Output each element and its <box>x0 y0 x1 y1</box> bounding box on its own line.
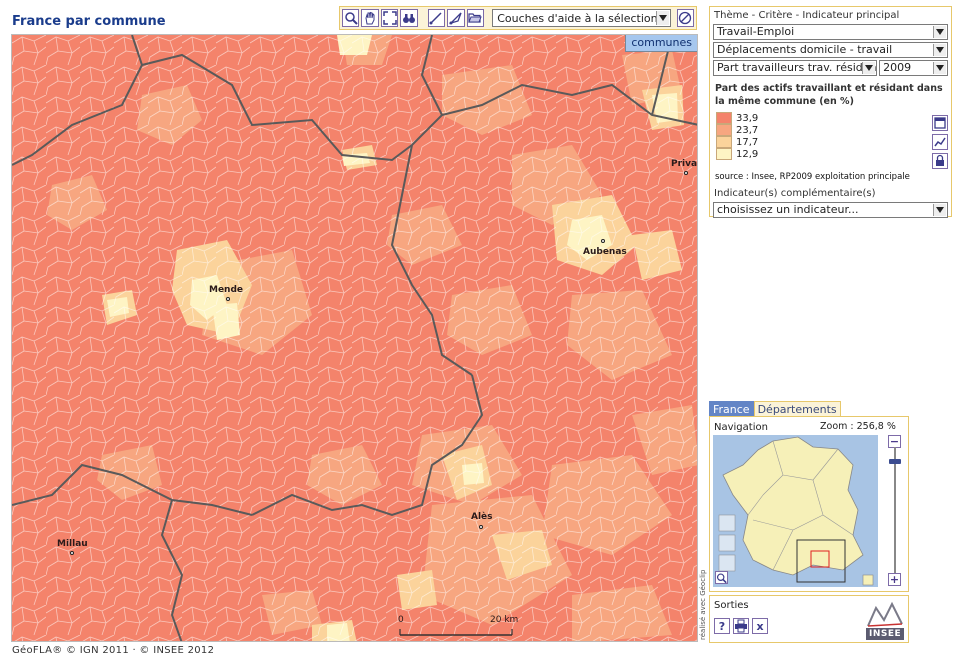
indicator-select-value: Part travailleurs trav. résidant m <box>717 61 878 74</box>
zoom-level: Zoom : 256,8 % <box>820 421 896 432</box>
zoom-slider-handle[interactable] <box>889 459 901 464</box>
legend-item: 17,7 <box>716 136 948 148</box>
exports-label: Sorties <box>714 600 749 611</box>
print-icon[interactable] <box>733 618 749 634</box>
indicator-select[interactable]: Part travailleurs trav. résidant m <box>713 60 878 76</box>
copyright-footer: GéoFLA® © IGN 2011 · © INSEE 2012 <box>12 645 215 656</box>
folder-open-icon[interactable] <box>466 9 485 27</box>
navigation-label: Navigation <box>714 422 768 433</box>
close-icon[interactable]: x <box>752 618 768 634</box>
city-label: Aubenas <box>583 247 627 257</box>
zoom-slider-track[interactable] <box>894 447 896 573</box>
year-select-value: 2009 <box>883 61 912 74</box>
city-label: Priva <box>671 159 698 169</box>
no-entry-icon[interactable] <box>676 9 694 27</box>
legend-label: 12,9 <box>736 148 759 160</box>
complementary-label: Indicateur(s) complémentaire(s) <box>714 188 876 199</box>
page-title: France par commune <box>12 14 166 29</box>
zoom-in-icon[interactable] <box>342 9 360 27</box>
insee-logo: INSEE <box>866 600 904 640</box>
city-label: Millau <box>57 539 88 549</box>
legend-swatch <box>716 148 732 160</box>
window-icon[interactable] <box>932 115 948 131</box>
criterion-select-value: Déplacements domicile - travail <box>717 43 893 56</box>
map-toolbar: Couches d'aide à la sélection... <box>339 6 697 30</box>
search-icon[interactable] <box>715 571 728 584</box>
legend-title: Part des actifs travaillant et résidant … <box>715 83 943 107</box>
insee-logo-text: INSEE <box>869 629 902 639</box>
city-marker <box>479 525 483 529</box>
city-marker <box>684 171 688 175</box>
navigation-panel: Navigation Zoom : 256,8 % − + <box>709 416 909 592</box>
legend-item: 33,9 <box>716 112 948 124</box>
city-label: Mende <box>209 285 244 295</box>
chevron-down-icon <box>933 26 946 38</box>
source-note: source : Insee, RP2009 exploitation prin… <box>715 172 910 182</box>
legend-item: 23,7 <box>716 124 948 136</box>
overview-minimap[interactable] <box>713 435 878 587</box>
legend-label: 33,9 <box>736 112 759 124</box>
commune-boundaries <box>12 35 697 641</box>
legend: 33,9 23,7 17,7 12,9 <box>716 112 948 168</box>
scale-start-label: 0 <box>398 615 404 625</box>
chevron-down-icon <box>933 44 946 56</box>
layer-helper-select-value: Couches d'aide à la sélection... <box>497 11 669 25</box>
map-canvas[interactable] <box>12 35 698 642</box>
layer-helper-select[interactable]: Couches d'aide à la sélection... <box>492 9 671 27</box>
complementary-select[interactable]: choisissez un indicateur... <box>713 202 948 218</box>
full-extent-icon[interactable] <box>380 9 399 27</box>
layer-tag[interactable]: communes <box>625 35 697 52</box>
lock-icon[interactable] <box>932 153 948 169</box>
indicator-panel: Thème - Critère - Indicateur principal T… <box>709 6 952 218</box>
binoculars-icon[interactable] <box>400 9 418 27</box>
geoclip-credit: réalisé avec Géoclip <box>699 569 707 640</box>
year-select[interactable]: 2009 <box>879 60 948 76</box>
pan-hand-icon[interactable] <box>361 9 379 27</box>
chevron-down-icon <box>655 11 669 25</box>
city-marker <box>70 551 74 555</box>
tab-france[interactable]: France <box>709 401 754 417</box>
legend-swatch <box>716 124 732 136</box>
exports-panel: Sorties ? x INSEE <box>709 595 909 643</box>
app-root: France par commune Couches d'aide à la s… <box>0 0 960 661</box>
complementary-select-value: choisissez un indicateur... <box>717 203 859 216</box>
legend-label: 23,7 <box>736 124 759 136</box>
chart-icon[interactable] <box>932 134 948 150</box>
scale-end-label: 20 km <box>490 615 519 625</box>
legend-swatch <box>716 136 732 148</box>
legend-label: 17,7 <box>736 136 759 148</box>
measure-area-icon[interactable] <box>447 9 465 27</box>
legend-item: 12,9 <box>716 148 948 160</box>
panel-side-icons <box>932 115 948 169</box>
help-icon[interactable]: ? <box>714 618 730 634</box>
chevron-down-icon <box>862 62 876 74</box>
theme-select[interactable]: Travail-Emploi <box>713 24 948 40</box>
tab-departements[interactable]: Départements <box>753 401 841 417</box>
city-marker <box>601 239 605 243</box>
corsica-shape <box>862 574 874 586</box>
criterion-select[interactable]: Déplacements domicile - travail <box>713 42 948 58</box>
chevron-down-icon <box>933 62 946 74</box>
choropleth-map[interactable]: communes Mende Aubenas Priva Alès Millau… <box>11 34 698 642</box>
chevron-down-icon <box>933 204 946 216</box>
legend-swatch <box>716 112 732 124</box>
city-marker <box>226 297 230 301</box>
nav-tabs: France Départements <box>709 401 841 417</box>
zoom-in-button[interactable]: + <box>888 573 901 586</box>
city-label: Alès <box>471 512 493 522</box>
france-outline <box>722 436 864 576</box>
panel-header: Thème - Critère - Indicateur principal <box>714 10 900 21</box>
measure-line-icon[interactable] <box>427 9 446 27</box>
theme-select-value: Travail-Emploi <box>717 25 795 38</box>
